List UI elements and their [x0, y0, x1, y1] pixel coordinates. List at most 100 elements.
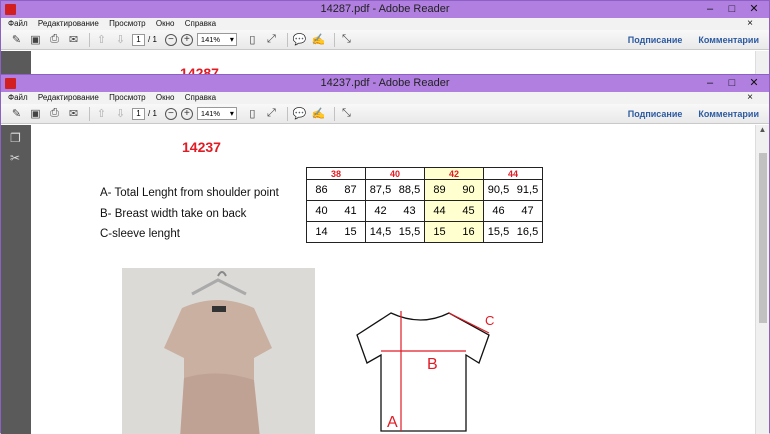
pdf-page: 14237 A- Total Lenght from shoulder poin…	[31, 125, 755, 434]
toolbar: ✎ ▣ ⎙ ✉ ⇧ ⇩ 1 / 1 − + 141% ▯ ⤢ 💬 ✍ ⤡ Под…	[1, 104, 769, 124]
maximize-button[interactable]: □	[721, 1, 743, 18]
size-header-42: 42	[424, 167, 484, 180]
minimize-button[interactable]: –	[699, 1, 721, 18]
fit-width-icon[interactable]: ⤢	[264, 107, 279, 121]
side-panel: ❐ ✂	[1, 125, 31, 434]
diagram-label-b: B	[427, 356, 438, 373]
menu-view[interactable]: Просмотр	[109, 93, 146, 102]
sign-tab[interactable]: Подписание	[628, 109, 683, 119]
highlight-icon[interactable]: ✍	[311, 107, 326, 121]
toolbar-divider	[333, 106, 335, 121]
save-icon[interactable]: ▣	[28, 107, 43, 121]
menu-view[interactable]: Просмотр	[109, 19, 146, 28]
table-cell: 87,5	[369, 184, 392, 196]
table-cell: 40	[315, 205, 328, 217]
back-toolbar: ✎ ▣ ⎙ ✉ ⇧ ⇩ 1 / 1 − + 141% ▯ ⤢ 💬 ✍ ⤡ Под…	[1, 30, 769, 50]
highlight-icon[interactable]: ✍	[311, 33, 326, 47]
fit-page-icon[interactable]: ▯	[245, 33, 260, 47]
toolbar-divider	[286, 106, 288, 121]
menu-help[interactable]: Справка	[185, 93, 216, 102]
table-cell: 15	[433, 226, 446, 238]
table-cell: 43	[403, 205, 416, 217]
table-cell: 42	[374, 205, 387, 217]
title-bar[interactable]: 14237.pdf - Adobe Reader – □ ✕	[1, 75, 769, 92]
table-cell: 14,5	[369, 226, 392, 238]
close-button[interactable]: ✕	[743, 1, 765, 18]
comment-icon[interactable]: 💬	[292, 33, 307, 47]
window-title: 14237.pdf - Adobe Reader	[320, 77, 450, 89]
save-icon[interactable]: ▣	[28, 33, 43, 47]
back-title-bar[interactable]: 14287.pdf - Adobe Reader – □ ✕	[1, 1, 769, 18]
table-row: 14 15 14,5 15,5 15 16 15,5 16,5	[306, 221, 543, 243]
scroll-up-icon[interactable]: ▲	[756, 125, 769, 137]
zoom-out-icon[interactable]: −	[164, 33, 177, 46]
fit-page-icon[interactable]: ▯	[245, 107, 260, 121]
table-row: 86 87 87,5 88,5 89 90 90,5 91,5	[306, 179, 543, 201]
next-page-icon[interactable]: ⇩	[113, 107, 128, 121]
pages-icon[interactable]: ❐	[10, 132, 22, 145]
fit-width-icon[interactable]: ⤢	[264, 33, 279, 47]
size-header-44: 44	[483, 167, 543, 180]
size-header-row: 38 40 42 44	[306, 167, 543, 180]
comment-icon[interactable]: 💬	[292, 107, 307, 121]
page-number-input[interactable]: 1	[132, 107, 145, 120]
close-button[interactable]: ✕	[743, 75, 765, 92]
sign-tab[interactable]: Подписание	[628, 35, 683, 45]
maximize-button[interactable]: □	[721, 75, 743, 92]
back-window-title: 14287.pdf - Adobe Reader	[320, 3, 450, 15]
table-cell: 88,5	[398, 184, 421, 196]
edit-icon[interactable]: ✎	[9, 107, 24, 121]
next-page-icon[interactable]: ⇩	[113, 33, 128, 47]
table-cell: 14	[315, 226, 328, 238]
table-cell: 41	[344, 205, 357, 217]
zoom-in-icon[interactable]: +	[180, 107, 193, 120]
dress-illustration	[122, 268, 315, 434]
menu-edit[interactable]: Редактирование	[38, 19, 99, 28]
measurement-diagram: B A C	[356, 311, 494, 432]
scroll-thumb[interactable]	[759, 153, 767, 323]
vertical-scrollbar[interactable]: ▲	[755, 125, 769, 434]
table-cell: 15	[344, 226, 357, 238]
row-label-a: A- Total Lenght from shoulder point	[100, 187, 279, 199]
comments-tab[interactable]: Комментарии	[698, 109, 759, 119]
menu-window[interactable]: Окно	[156, 19, 175, 28]
expand-icon[interactable]: ⤡	[339, 33, 354, 47]
page-number-input[interactable]: 1	[132, 33, 145, 46]
expand-icon[interactable]: ⤡	[339, 107, 354, 121]
close-document-icon[interactable]: ×	[747, 18, 753, 30]
zoom-select[interactable]: 141%	[196, 107, 237, 120]
table-cell: 15,5	[398, 226, 421, 238]
table-cell: 16	[462, 226, 475, 238]
menu-help[interactable]: Справка	[185, 19, 216, 28]
print-icon[interactable]: ⎙	[47, 33, 62, 47]
menu-edit[interactable]: Редактирование	[38, 93, 99, 102]
toolbar-divider	[89, 32, 90, 47]
close-document-icon[interactable]: ×	[747, 92, 753, 104]
edit-icon[interactable]: ✎	[9, 33, 24, 47]
prev-page-icon[interactable]: ⇧	[94, 107, 109, 121]
email-icon[interactable]: ✉	[66, 107, 81, 121]
menu-file[interactable]: Файл	[8, 93, 28, 102]
menu-window[interactable]: Окно	[156, 93, 175, 102]
comments-tab[interactable]: Комментарии	[698, 35, 759, 45]
attachment-icon[interactable]: ✂	[10, 152, 22, 165]
menu-file[interactable]: Файл	[8, 19, 28, 28]
garment-photo	[122, 268, 315, 434]
prev-page-icon[interactable]: ⇧	[94, 33, 109, 47]
table-cell: 86	[315, 184, 328, 196]
zoom-in-icon[interactable]: +	[180, 33, 193, 46]
zoom-out-icon[interactable]: −	[164, 107, 177, 120]
table-cell: 90	[462, 184, 475, 196]
diagram-label-a: A	[387, 414, 398, 431]
table-cell: 15,5	[487, 226, 510, 238]
email-icon[interactable]: ✉	[66, 33, 81, 47]
size-table: 38 40 42 44 86 87 87,5 88,5 89 90 90,5 91,5 …	[306, 167, 543, 243]
adobe-reader-icon	[5, 4, 16, 15]
back-reader-window[interactable]: 14287.pdf - Adobe Reader – □ ✕ Файл Реда…	[0, 0, 770, 77]
print-icon[interactable]: ⎙	[47, 107, 62, 121]
toolbar-divider	[333, 32, 335, 47]
toolbar-divider	[286, 32, 288, 47]
minimize-button[interactable]: –	[699, 75, 721, 92]
reader-window[interactable]: 14237.pdf - Adobe Reader – □ ✕ Файл Реда…	[0, 74, 770, 434]
zoom-select[interactable]: 141%	[196, 33, 237, 46]
